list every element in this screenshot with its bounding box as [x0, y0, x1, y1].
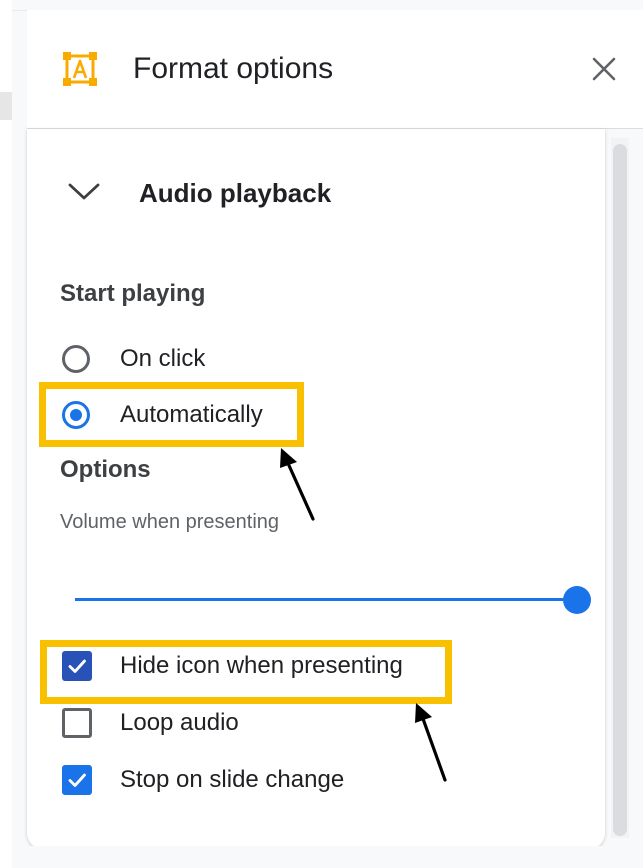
radio-label: Automatically — [120, 401, 263, 428]
chevron-down-icon — [67, 181, 101, 203]
audio-playback-card: Audio playback Start playing On click Au… — [27, 129, 605, 849]
checkbox-checked[interactable] — [62, 651, 92, 681]
options-label: Options — [60, 456, 151, 483]
start-playing-label: Start playing — [60, 280, 206, 307]
radio-on-click[interactable]: On click — [60, 339, 540, 379]
annotation-arrow-icon — [280, 448, 315, 521]
section-title: Audio playback — [139, 178, 332, 208]
slide-area-marker — [0, 92, 12, 120]
panel-bottom — [27, 846, 643, 868]
checkbox-unchecked[interactable] — [62, 708, 92, 738]
checkbox-label: Loop audio — [120, 709, 239, 736]
screenshot: Format options Audio playback Start play… — [0, 0, 643, 868]
panel-header: Format options — [27, 10, 643, 129]
checkbox-label: Stop on slide change — [120, 766, 345, 793]
panel-title: Format options — [133, 52, 334, 85]
close-button[interactable] — [589, 54, 619, 84]
checkbox-checked[interactable] — [62, 765, 92, 795]
format-options-panel: Format options Audio playback Start play… — [27, 10, 643, 868]
radio-button-unselected[interactable] — [62, 345, 90, 373]
radio-label: On click — [120, 345, 206, 372]
checkmark-icon — [68, 659, 86, 673]
close-icon — [592, 57, 616, 81]
volume-label: Volume when presenting — [60, 511, 280, 533]
format-text-box-icon — [63, 52, 97, 86]
radio-automatically[interactable]: Automatically — [60, 395, 540, 435]
slider-thumb[interactable] — [563, 586, 591, 614]
slider-fill — [75, 598, 577, 601]
checkbox-hide-icon-when-presenting[interactable]: Hide icon when presenting — [60, 646, 540, 686]
radio-selected-dot — [70, 409, 82, 421]
radio-button-selected[interactable] — [62, 401, 90, 429]
checkmark-icon — [68, 773, 86, 787]
checkbox-loop-audio[interactable]: Loop audio — [60, 703, 540, 743]
slide-area-edge — [0, 0, 12, 868]
audio-playback-section-toggle[interactable]: Audio playback — [61, 173, 481, 213]
checkbox-stop-on-slide-change[interactable]: Stop on slide change — [60, 760, 540, 800]
checkbox-label: Hide icon when presenting — [120, 652, 403, 679]
volume-slider[interactable] — [75, 585, 591, 615]
scrollbar-thumb[interactable] — [613, 144, 627, 836]
